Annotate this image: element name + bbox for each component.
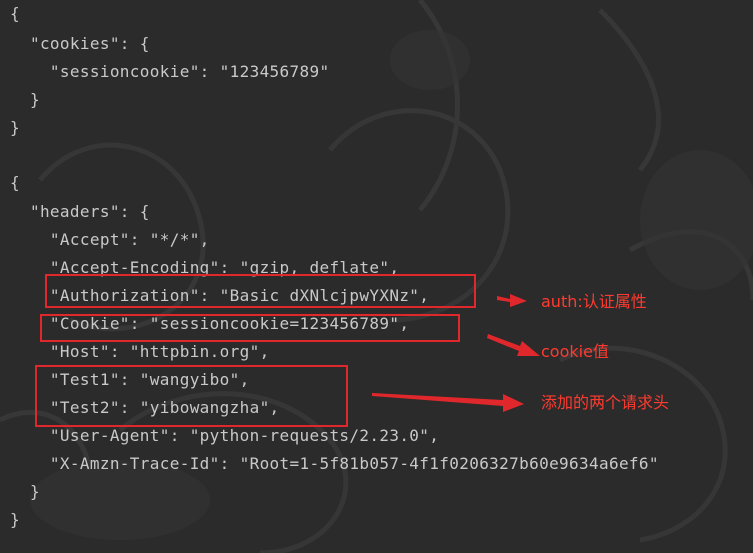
- code-line: }: [10, 90, 40, 109]
- code-line: "cookies": {: [10, 34, 150, 53]
- code-line: "headers": {: [10, 202, 150, 221]
- code-line: {: [10, 4, 20, 23]
- code-line: "X-Amzn-Trace-Id": "Root=1-5f81b057-4f1f…: [10, 454, 659, 473]
- code-line: "Accept": "*/*",: [10, 230, 210, 249]
- annotation-custom-headers: 添加的两个请求头: [541, 393, 670, 412]
- annotation-auth: auth:认证属性: [541, 292, 647, 311]
- code-line: "User-Agent": "python-requests/2.23.0",: [10, 426, 440, 445]
- code-line: }: [10, 118, 20, 137]
- custom-headers-highlight-box: [35, 365, 348, 427]
- cookie-highlight-box: [40, 314, 460, 342]
- authorization-highlight-box: [45, 274, 476, 308]
- code-line: "sessioncookie": "123456789": [10, 62, 330, 81]
- code-line: }: [10, 510, 20, 529]
- code-line: "Host": "httpbin.org",: [10, 342, 270, 361]
- code-line: }: [10, 482, 40, 501]
- code-line: {: [10, 173, 20, 192]
- annotation-cookie: cookie值: [541, 342, 609, 361]
